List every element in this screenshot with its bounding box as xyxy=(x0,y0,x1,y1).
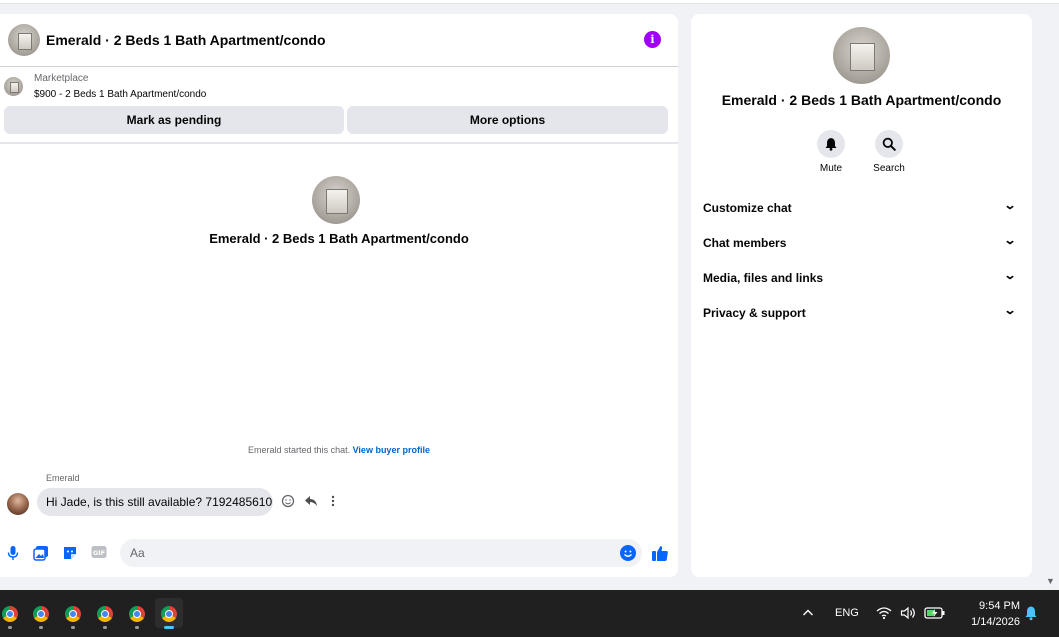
section-label: Media, files and links xyxy=(703,271,824,285)
message-sender-name: Emerald xyxy=(46,473,80,483)
chat-started-text: Emerald started this chat. xyxy=(248,445,351,455)
running-indicator xyxy=(39,626,43,629)
bell-icon[interactable] xyxy=(817,130,845,158)
chrome-icon xyxy=(97,606,113,622)
battery-charging-icon[interactable] xyxy=(924,590,946,637)
chevron-up-icon[interactable] xyxy=(802,590,814,637)
mute-action[interactable]: Mute xyxy=(801,130,861,174)
chat-header: Emerald · 2 Beds 1 Bath Apartment/condo … xyxy=(0,14,678,67)
running-indicator xyxy=(135,626,139,629)
mute-label: Mute xyxy=(819,163,843,174)
search-action[interactable]: Search xyxy=(859,130,919,174)
taskbar-chrome-5[interactable] xyxy=(123,598,151,629)
info-panel-title: Emerald · 2 Beds 1 Bath Apartment/condo xyxy=(721,92,1002,108)
running-indicator xyxy=(8,626,12,629)
react-emoji-icon[interactable] xyxy=(280,494,296,510)
taskbar-chrome-2[interactable] xyxy=(27,598,55,629)
reply-icon[interactable] xyxy=(303,494,319,510)
conversation-title: Emerald · 2 Beds 1 Bath Apartment/condo xyxy=(209,231,469,246)
gif-icon[interactable]: GIF xyxy=(90,545,108,563)
search-icon[interactable] xyxy=(875,130,903,158)
photo-icon[interactable] xyxy=(32,545,50,563)
microphone-icon[interactable] xyxy=(4,545,22,563)
chevron-down-icon: ⌄ xyxy=(1003,198,1017,212)
taskbar-chrome-4[interactable] xyxy=(91,598,119,629)
sticker-icon[interactable] xyxy=(61,545,79,563)
taskbar-chrome-1[interactable] xyxy=(0,598,24,629)
more-vertical-icon[interactable] xyxy=(325,494,341,510)
conversation-info-panel: Emerald · 2 Beds 1 Bath Apartment/condo … xyxy=(691,14,1032,577)
notification-bell-icon[interactable] xyxy=(1024,590,1038,637)
view-buyer-profile-link[interactable]: View buyer profile xyxy=(353,445,430,455)
thumbs-up-icon[interactable] xyxy=(650,544,670,562)
sender-avatar[interactable] xyxy=(7,493,29,515)
emoji-icon[interactable] xyxy=(620,545,636,561)
section-label: Privacy & support xyxy=(703,306,806,320)
taskbar-chrome-3[interactable] xyxy=(59,598,87,629)
chrome-icon xyxy=(65,606,81,622)
clock-date: 1/14/2026 xyxy=(971,616,1020,628)
chat-title[interactable]: Emerald · 2 Beds 1 Bath Apartment/condo xyxy=(46,32,326,48)
wifi-icon[interactable] xyxy=(876,590,892,637)
section-customize-chat[interactable]: Customize chat ⌄ xyxy=(691,193,1032,223)
section-chat-members[interactable]: Chat members ⌄ xyxy=(691,228,1032,258)
chrome-icon xyxy=(129,606,145,622)
chat-started-notice: Emerald started this chat. View buyer pr… xyxy=(0,445,678,455)
chevron-down-icon: ⌄ xyxy=(1003,303,1017,317)
clock-time: 9:54 PM xyxy=(979,600,1020,612)
active-indicator xyxy=(164,626,174,629)
marketplace-label: Marketplace xyxy=(34,73,89,84)
info-icon[interactable]: i xyxy=(644,31,661,48)
chrome-icon xyxy=(2,606,18,622)
listing-summary[interactable]: $900 - 2 Beds 1 Bath Apartment/condo xyxy=(34,89,206,100)
section-privacy-support[interactable]: Privacy & support ⌄ xyxy=(691,298,1032,328)
running-indicator xyxy=(103,626,107,629)
listing-avatar[interactable] xyxy=(8,24,40,56)
search-label: Search xyxy=(873,163,905,174)
header-divider xyxy=(0,142,678,144)
section-label: Chat members xyxy=(703,236,787,250)
windows-taskbar: ENG 9:54 PM 1/14/2026 xyxy=(0,590,1059,637)
scroll-down-arrow[interactable]: ▼ xyxy=(1046,576,1055,586)
mark-as-pending-button[interactable]: Mark as pending xyxy=(4,106,344,134)
volume-icon[interactable] xyxy=(900,590,916,637)
marketplace-listing-thumbnail[interactable] xyxy=(4,77,23,96)
browser-top-edge xyxy=(0,0,1059,4)
chrome-icon xyxy=(33,606,49,622)
conversation-avatar xyxy=(312,176,360,224)
running-indicator xyxy=(71,626,75,629)
message-input[interactable] xyxy=(120,539,642,567)
language-indicator[interactable]: ENG xyxy=(835,590,859,637)
message-bubble[interactable]: Hi Jade, is this still available? 719248… xyxy=(37,488,273,516)
svg-text:GIF: GIF xyxy=(93,549,105,557)
taskbar-chrome-6[interactable] xyxy=(155,598,183,629)
system-clock[interactable]: 9:54 PM 1/14/2026 xyxy=(958,598,1020,630)
info-panel-avatar xyxy=(833,27,890,84)
chevron-down-icon: ⌄ xyxy=(1003,268,1017,282)
section-label: Customize chat xyxy=(703,201,792,215)
section-media-files-links[interactable]: Media, files and links ⌄ xyxy=(691,263,1032,293)
more-options-button[interactable]: More options xyxy=(347,106,668,134)
chevron-down-icon: ⌄ xyxy=(1003,233,1017,247)
chrome-icon xyxy=(161,606,177,622)
chat-panel: Emerald · 2 Beds 1 Bath Apartment/condo … xyxy=(0,14,678,577)
